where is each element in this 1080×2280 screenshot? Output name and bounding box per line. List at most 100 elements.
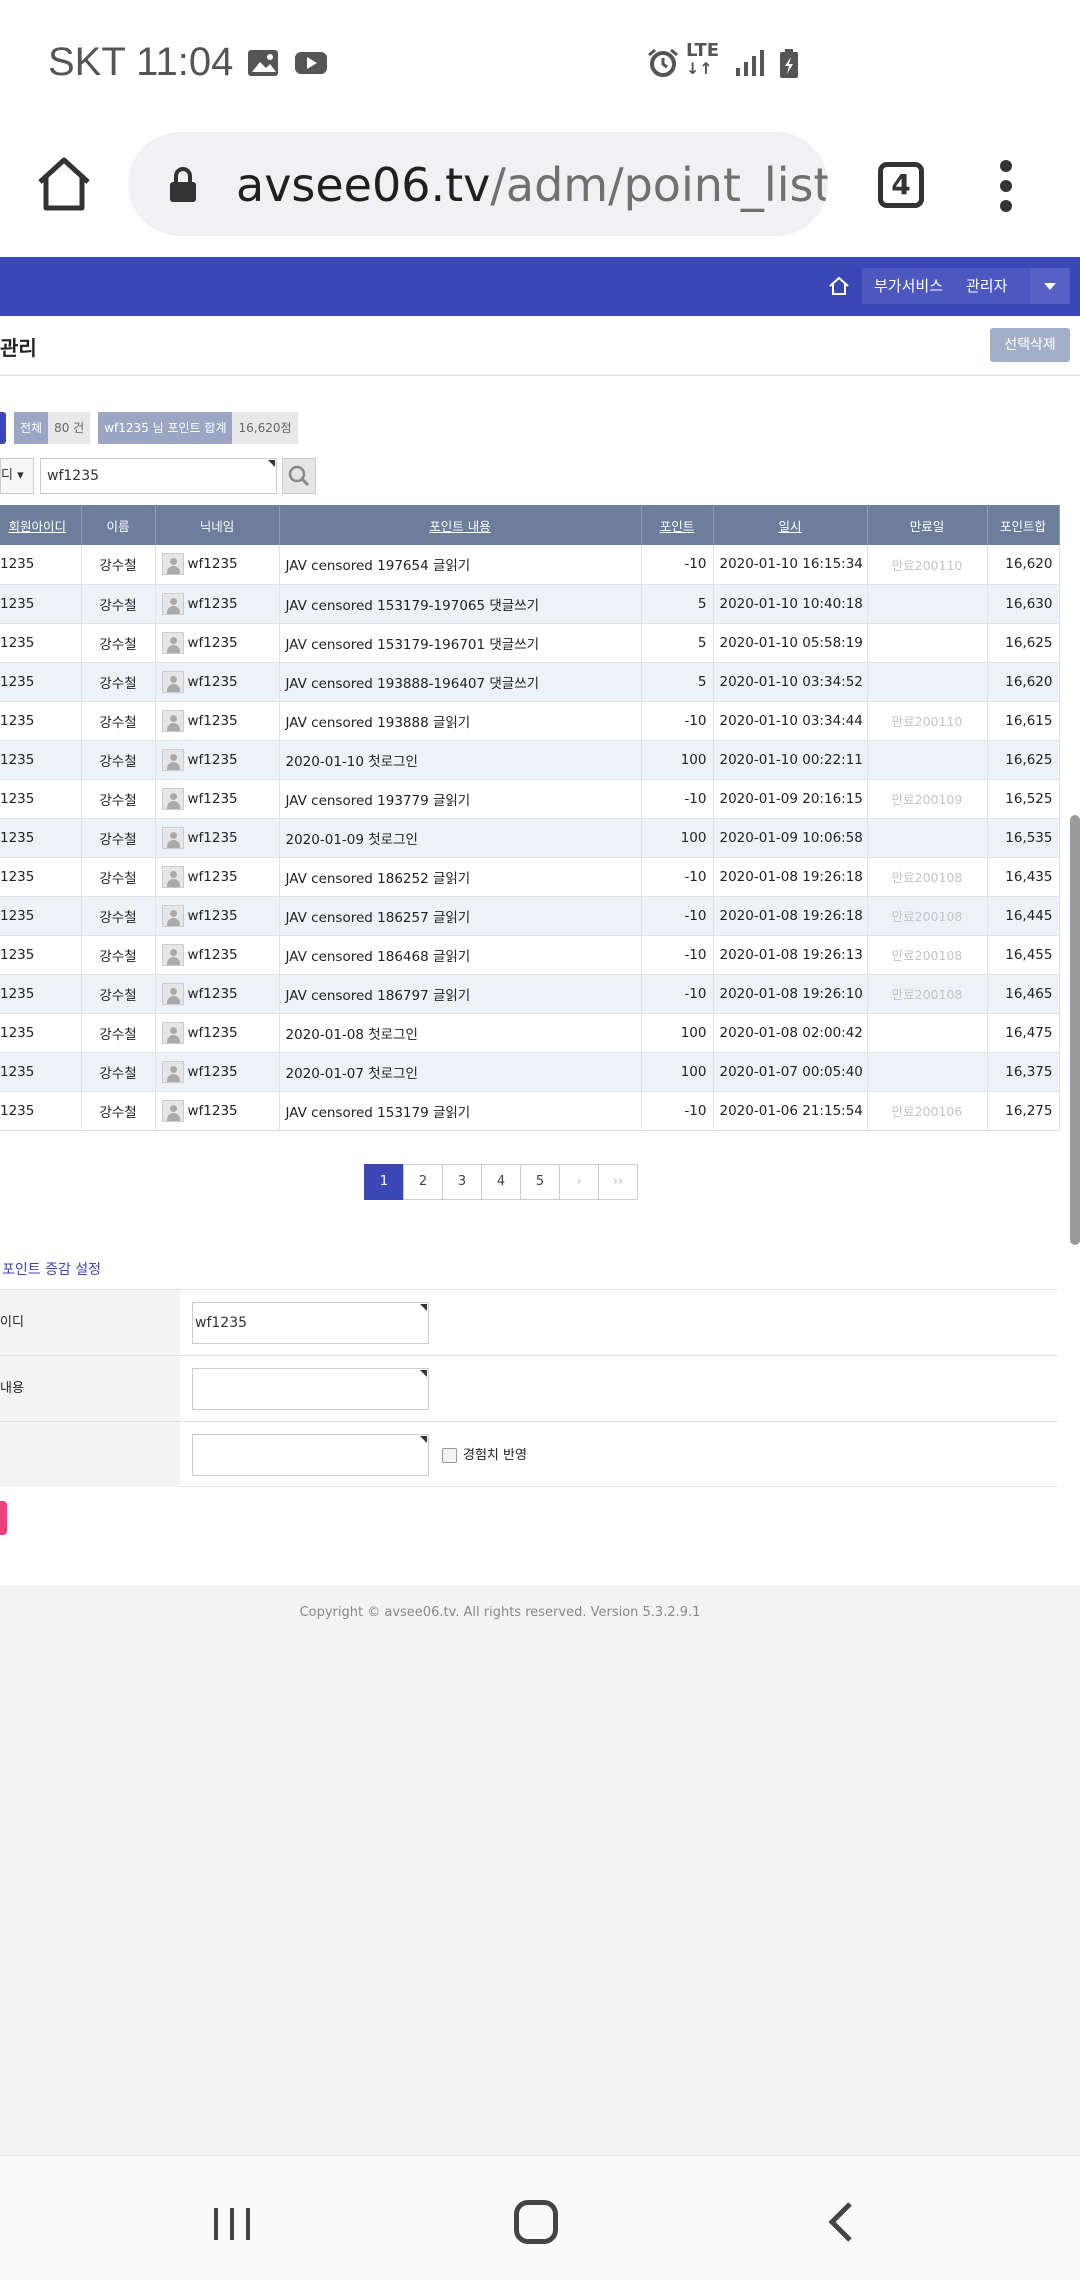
id-label: 이디 xyxy=(0,1290,180,1355)
cell-datetime: 2020-01-08 02:00:42 xyxy=(713,1013,868,1053)
cell-member-id[interactable]: 1235 xyxy=(0,1052,82,1092)
cell-member-id[interactable]: 1235 xyxy=(0,935,82,975)
cell-member-id[interactable]: 1235 xyxy=(0,1091,82,1131)
cell-nickname[interactable]: wf1235 xyxy=(155,662,280,702)
cell-member-id[interactable]: 1235 xyxy=(0,896,82,936)
cell-name: 강수철 xyxy=(81,935,156,975)
col-content[interactable]: 포인트 내용 xyxy=(279,505,642,545)
cell-nickname[interactable]: wf1235 xyxy=(155,935,280,975)
back-icon[interactable] xyxy=(820,2200,864,2244)
scrollbar[interactable] xyxy=(1070,815,1080,1245)
cell-point: 100 xyxy=(641,1013,714,1053)
cell-content: JAV censored 197654 글읽기 xyxy=(279,545,642,585)
cell-member-id[interactable]: 1235 xyxy=(0,1013,82,1053)
cell-expire xyxy=(867,740,988,780)
form-row-content: 내용 xyxy=(0,1355,1058,1421)
nav-home-icon[interactable] xyxy=(514,2200,558,2244)
cell-content: 2020-01-08 첫로그인 xyxy=(279,1013,642,1053)
page-1[interactable]: 1 xyxy=(364,1164,404,1200)
cell-name: 강수철 xyxy=(81,662,156,702)
content-field[interactable] xyxy=(192,1368,429,1410)
cell-nickname[interactable]: wf1235 xyxy=(155,896,280,936)
cell-expire: 만료200110 xyxy=(867,545,988,585)
cell-datetime: 2020-01-10 00:22:11 xyxy=(713,740,868,780)
page-3[interactable]: 3 xyxy=(442,1164,482,1200)
avatar xyxy=(161,670,184,693)
cell-member-id[interactable]: 1235 xyxy=(0,974,82,1014)
cell-nickname[interactable]: wf1235 xyxy=(155,1013,280,1053)
table-row: 1235 강수철 wf1235 2020-01-08 첫로그인 100 2020-01-0… xyxy=(0,1013,1060,1053)
nickname-text: wf1235 xyxy=(187,595,238,612)
cell-nickname[interactable]: wf1235 xyxy=(155,545,280,585)
cell-nickname[interactable]: wf1235 xyxy=(155,974,280,1014)
cell-nickname[interactable]: wf1235 xyxy=(155,584,280,624)
cell-nickname[interactable]: wf1235 xyxy=(155,818,280,858)
cell-nickname[interactable]: wf1235 xyxy=(155,1052,280,1092)
search-button[interactable] xyxy=(282,458,316,494)
cell-datetime: 2020-01-10 03:34:44 xyxy=(713,701,868,741)
cell-total: 16,615 xyxy=(987,701,1060,741)
cell-member-id[interactable]: 1235 xyxy=(0,623,82,663)
nickname-text: wf1235 xyxy=(187,946,238,963)
cell-nickname[interactable]: wf1235 xyxy=(155,623,280,663)
cell-point: -10 xyxy=(641,779,714,819)
browser-home-icon[interactable] xyxy=(34,154,94,214)
col-datetime[interactable]: 일시 xyxy=(713,505,868,545)
cell-total: 16,625 xyxy=(987,740,1060,780)
system-nav-bar xyxy=(0,2155,1080,2280)
home-icon[interactable] xyxy=(826,273,852,299)
addon-service-button[interactable]: 부가서비스 xyxy=(862,268,956,304)
col-member-id[interactable]: 회원아이디 xyxy=(0,505,82,545)
cell-nickname[interactable]: wf1235 xyxy=(155,779,280,819)
last-page-icon[interactable]: ›› xyxy=(598,1164,638,1200)
status-clock: SKT 11:04 xyxy=(48,40,234,84)
chevron-down-icon[interactable] xyxy=(1030,268,1070,304)
cell-member-id[interactable]: 1235 xyxy=(0,818,82,858)
page-title: 관리 xyxy=(0,336,37,360)
cell-member-id[interactable]: 1235 xyxy=(0,584,82,624)
cell-member-id[interactable]: 1235 xyxy=(0,857,82,897)
recent-apps-icon[interactable] xyxy=(212,2204,252,2244)
cell-name: 강수철 xyxy=(81,1052,156,1092)
cell-datetime: 2020-01-08 19:26:18 xyxy=(713,896,868,936)
search-field-select[interactable]: 디 ▾ xyxy=(0,458,34,494)
cell-name: 강수철 xyxy=(81,1091,156,1131)
exp-checkbox-label[interactable]: 경험치 반영 xyxy=(463,1444,527,1463)
cell-member-id[interactable]: 1235 xyxy=(0,779,82,819)
cell-member-id[interactable]: 1235 xyxy=(0,701,82,741)
cell-expire: 만료200108 xyxy=(867,974,988,1014)
tab-count-button[interactable]: 4 xyxy=(878,162,924,208)
total-label[interactable]: 전체 xyxy=(14,412,49,444)
cell-datetime: 2020-01-07 00:05:40 xyxy=(713,1052,868,1092)
content-label: 내용 xyxy=(0,1356,180,1421)
battery-icon xyxy=(780,49,798,78)
page-5[interactable]: 5 xyxy=(520,1164,560,1200)
cell-nickname[interactable]: wf1235 xyxy=(155,1091,280,1131)
summary-edge[interactable] xyxy=(0,412,6,444)
avatar xyxy=(161,865,184,888)
cell-member-id[interactable]: 1235 xyxy=(0,662,82,702)
browser-menu-icon[interactable] xyxy=(1000,160,1012,212)
cell-content: JAV censored 193888-196407 댓글쓰기 xyxy=(279,662,642,702)
admin-menu-button[interactable]: 관리자 xyxy=(954,268,1030,304)
address-bar[interactable]: avsee06.tv/adm/point_list.p xyxy=(128,132,828,236)
url-text: avsee06.tv/adm/point_list.p xyxy=(236,158,828,212)
delete-selected-button[interactable]: 선택삭제 xyxy=(990,328,1070,362)
point-field[interactable] xyxy=(192,1434,429,1476)
point-sum-label: wf1235 님 포인트 합계 xyxy=(98,412,233,444)
member-id-field[interactable]: wf1235 xyxy=(192,1302,429,1344)
cell-member-id[interactable]: 1235 xyxy=(0,740,82,780)
exp-checkbox[interactable] xyxy=(442,1448,457,1463)
cell-name: 강수철 xyxy=(81,974,156,1014)
table-row: 1235 강수철 wf1235 JAV censored 186252 글읽기 -10 2… xyxy=(0,857,1060,897)
col-point[interactable]: 포인트 xyxy=(641,505,714,545)
submit-button[interactable] xyxy=(0,1501,7,1535)
page-2[interactable]: 2 xyxy=(403,1164,443,1200)
search-input[interactable]: wf1235 xyxy=(40,458,277,494)
page-4[interactable]: 4 xyxy=(481,1164,521,1200)
cell-member-id[interactable]: 1235 xyxy=(0,545,82,585)
cell-nickname[interactable]: wf1235 xyxy=(155,740,280,780)
cell-nickname[interactable]: wf1235 xyxy=(155,857,280,897)
next-page-icon[interactable]: › xyxy=(559,1164,599,1200)
cell-nickname[interactable]: wf1235 xyxy=(155,701,280,741)
